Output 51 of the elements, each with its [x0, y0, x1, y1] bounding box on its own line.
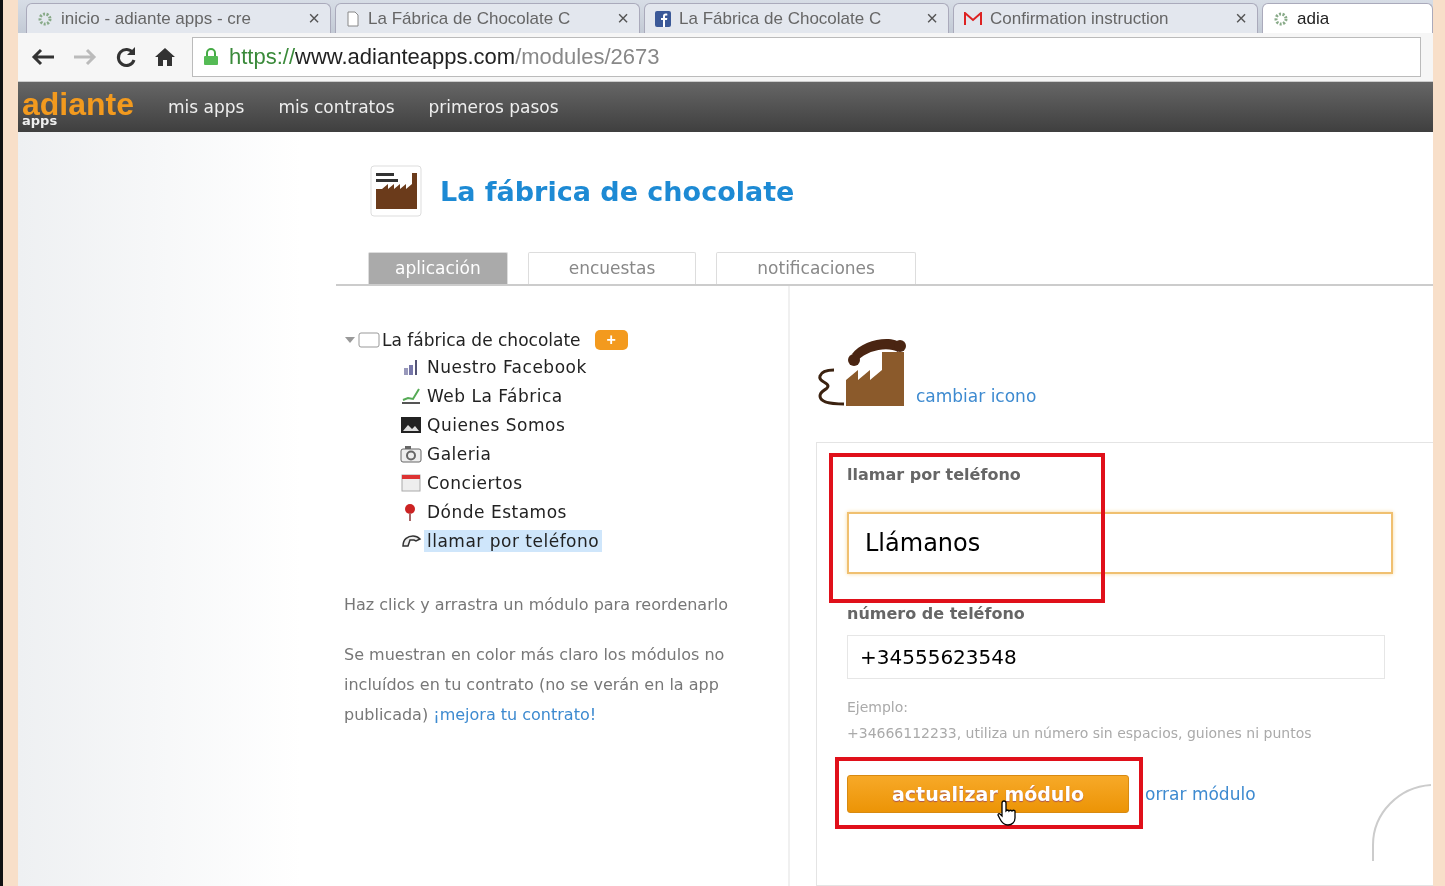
browser-tab[interactable]: inicio - adiante apps - cre ×	[26, 3, 331, 34]
factory-icon	[370, 165, 422, 217]
upgrade-link[interactable]: ¡mejora tu contrato!	[433, 705, 597, 724]
field-label: número de teléfono	[847, 604, 1026, 623]
tree-item[interactable]: Conciertos	[424, 472, 526, 494]
nav-link[interactable]: mis apps	[168, 97, 245, 118]
home-icon[interactable]	[154, 46, 176, 69]
line-chart-icon	[400, 387, 422, 405]
close-icon[interactable]: ×	[926, 7, 938, 31]
delete-link[interactable]: orrar módulo	[1145, 784, 1256, 804]
tree-item[interactable]: Quienes Somos	[424, 414, 569, 436]
tab[interactable]: encuestas	[527, 252, 697, 284]
tree-item[interactable]: La fábrica de chocolate	[382, 330, 581, 350]
tree-item[interactable]: Dónde Estamos	[424, 501, 570, 523]
tab[interactable]: notificaciones	[716, 252, 916, 284]
app-title: La fábrica de chocolate	[440, 175, 795, 207]
text-field[interactable]: Llámanos	[847, 512, 1393, 574]
text-field[interactable]: +34555623548	[847, 635, 1385, 679]
phone-icon	[400, 532, 422, 550]
calendar-icon	[400, 474, 422, 492]
hint-text: Se muestran en color más claro los módulos no incluídos en tu contrato (no se verán en la app publicada) ¡mejora tu contrato!	[344, 644, 726, 726]
browser-tab[interactable]: adia	[1262, 3, 1433, 34]
example-label: Ejemplo:	[847, 699, 910, 715]
change-icon-link[interactable]: cambiar icono	[916, 386, 1037, 406]
nav-link[interactable]: primeros pasos	[428, 97, 559, 118]
reload-icon[interactable]	[114, 45, 138, 70]
mail-icon	[964, 11, 982, 26]
hint-text: Haz click y arrastra un módulo para reordenarlo	[344, 594, 729, 616]
tree-item[interactable]: Nuestro Facebook	[424, 356, 590, 378]
example-text: +34666112233, utiliza un número sin espacios, guiones ni puntos	[847, 725, 1313, 741]
tree-item[interactable]: Galeria	[424, 443, 495, 465]
caret-icon[interactable]	[344, 335, 356, 345]
page-icon	[346, 10, 360, 27]
tree-item[interactable]: llamar por teléfono	[424, 530, 603, 552]
nav-link[interactable]: mis contratos	[278, 97, 395, 118]
close-icon[interactable]: ×	[308, 7, 320, 31]
lock-icon	[203, 48, 219, 67]
tree-item[interactable]: Web La Fábrica	[424, 385, 566, 407]
folder-icon	[358, 332, 380, 348]
field-label: llamar por teléfono	[847, 465, 1022, 484]
browser-tab[interactable]: La Fábrica de Chocolate C ×	[335, 3, 640, 34]
address-bar[interactable]: https://www.adianteapps.com/modules/2673	[192, 37, 1421, 78]
browser-tab[interactable]: La Fábrica de Chocolate C ×	[644, 3, 949, 34]
back-icon[interactable]	[30, 47, 56, 68]
hand-cursor-icon	[997, 799, 1019, 827]
browser-tab[interactable]: Confirmation instruction ×	[953, 3, 1258, 34]
picture-icon	[400, 416, 422, 434]
close-icon[interactable]: ×	[617, 7, 629, 31]
facebook-icon	[655, 10, 671, 27]
close-icon[interactable]: ×	[1235, 7, 1247, 31]
camera-icon	[400, 445, 422, 463]
